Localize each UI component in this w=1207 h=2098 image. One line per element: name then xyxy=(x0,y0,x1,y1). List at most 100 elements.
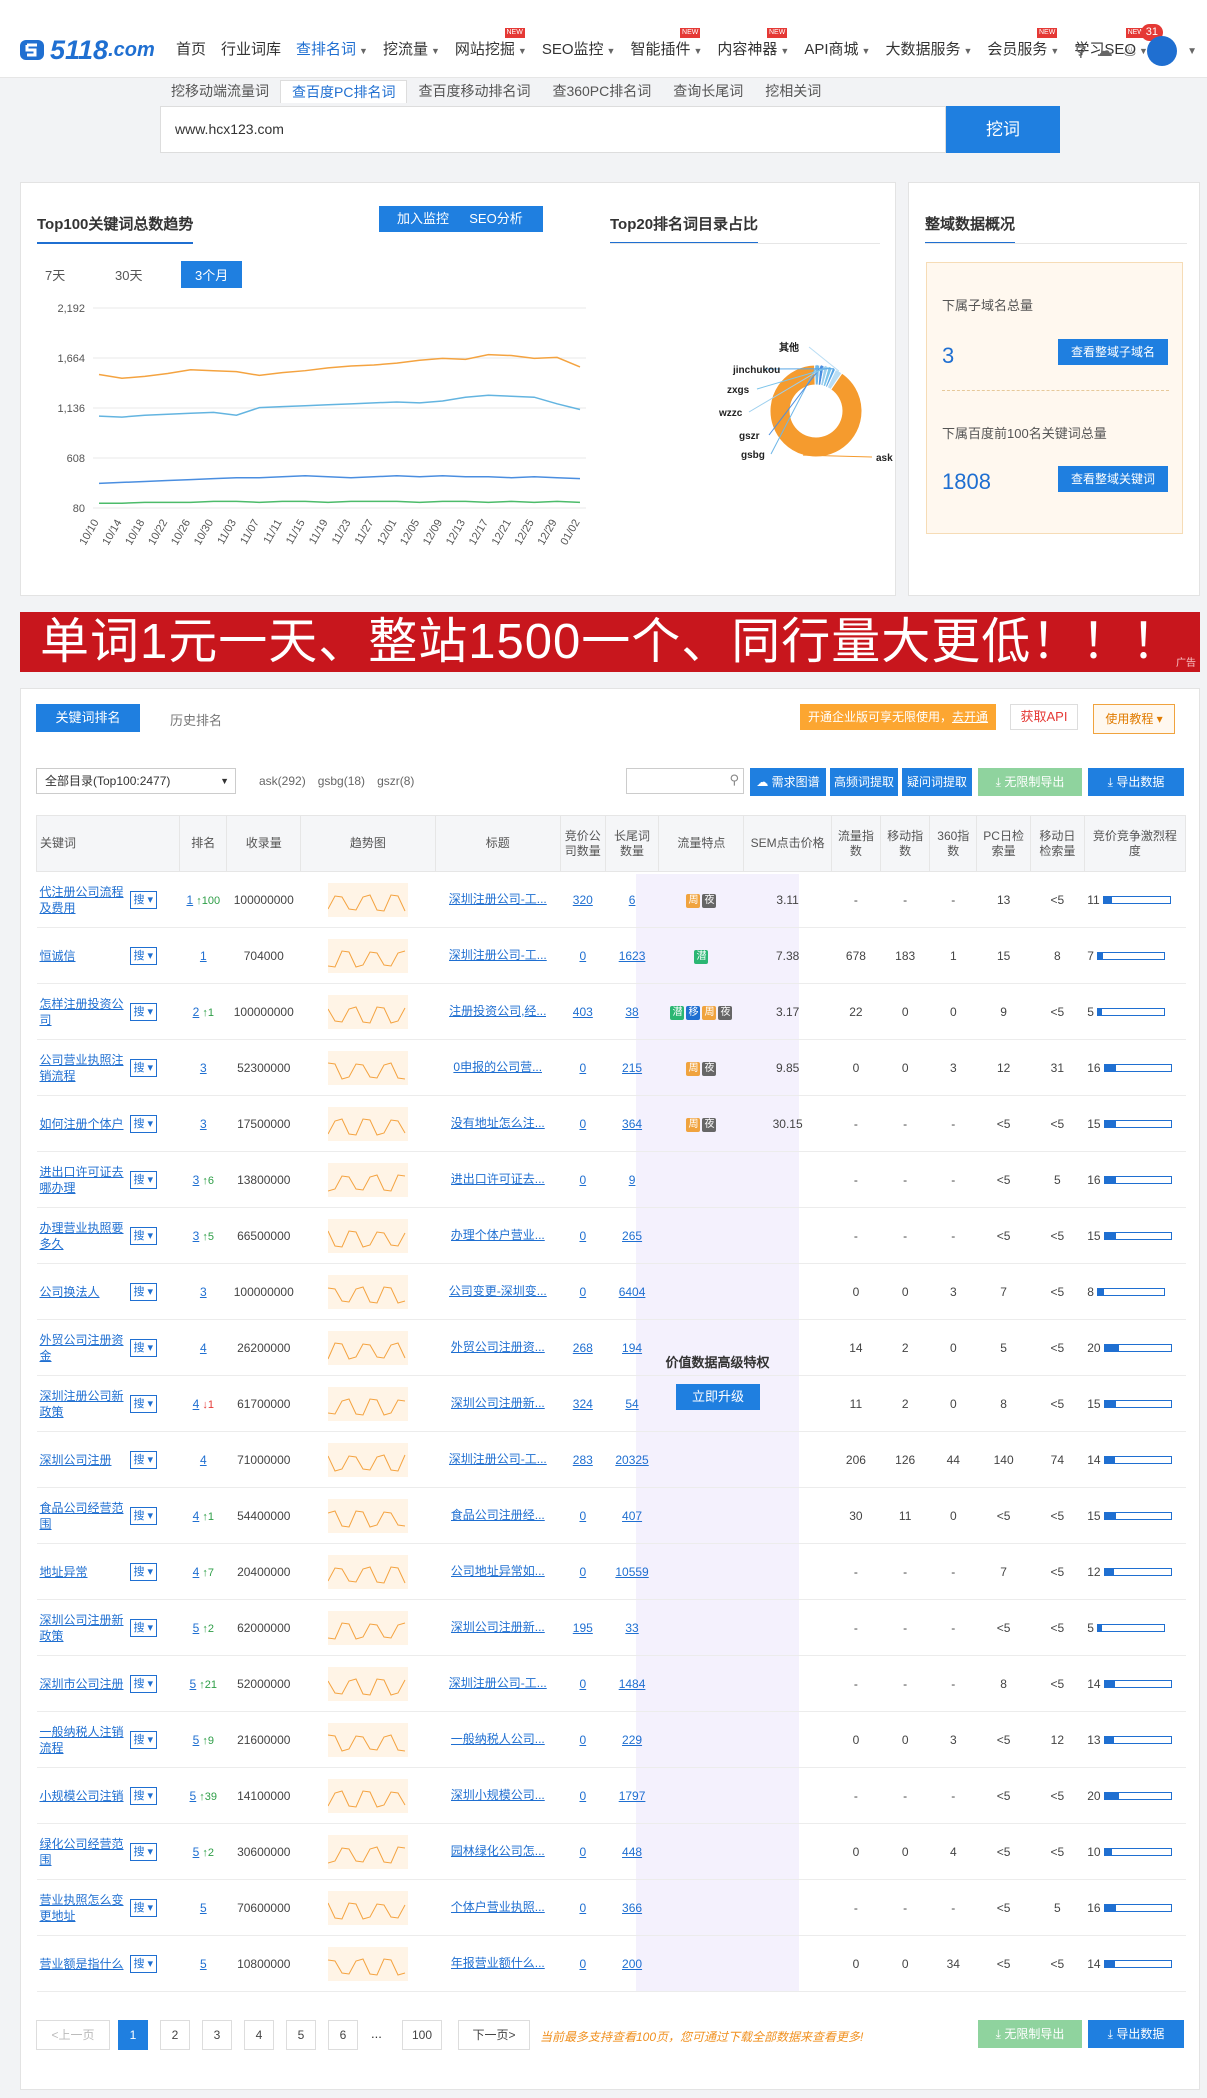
keyword-link[interactable]: 如何注册个体户 xyxy=(40,1116,128,1132)
bid-count[interactable]: 0 xyxy=(579,1509,586,1523)
search-engine-select[interactable]: 搜 ▾ xyxy=(129,1506,158,1525)
keyword-link[interactable]: 进出口许可证去哪办理 xyxy=(40,1164,128,1196)
nav-item-7[interactable]: 内容神器 ▼ NEW xyxy=(717,28,789,59)
title-link[interactable]: 深圳小规模公司... xyxy=(451,1786,545,1803)
title-link[interactable]: 注册投资公司,经... xyxy=(449,1002,546,1019)
page-button-3[interactable]: 3 xyxy=(202,2020,232,2050)
search-engine-select[interactable]: 搜 ▾ xyxy=(129,1786,158,1805)
nav-item-10[interactable]: 会员服务 ▼ NEW xyxy=(987,28,1059,59)
trend-sparkline[interactable] xyxy=(327,1778,408,1813)
longtail-count[interactable]: 1623 xyxy=(619,949,646,963)
tab-keyword-rank[interactable]: 关键词排名 xyxy=(36,704,140,732)
cloud-download-icon[interactable]: ☁ xyxy=(1097,41,1113,61)
promo-link[interactable]: 去开通 xyxy=(952,710,988,724)
longtail-count[interactable]: 54 xyxy=(625,1397,638,1411)
next-page-button[interactable]: 下一页> xyxy=(458,2020,530,2050)
bid-count[interactable]: 0 xyxy=(579,1565,586,1579)
longtail-count[interactable]: 215 xyxy=(622,1061,642,1075)
bid-count[interactable]: 0 xyxy=(579,1677,586,1691)
bid-count[interactable]: 0 xyxy=(579,1173,586,1187)
subtab-1[interactable]: 查百度PC排名词 xyxy=(280,80,408,103)
rank-value[interactable]: 5 xyxy=(200,1957,207,1971)
rank-value[interactable]: 3 xyxy=(200,1285,207,1299)
search-engine-select[interactable]: 搜 ▾ xyxy=(129,1002,158,1021)
rank-value[interactable]: 3 xyxy=(200,1061,207,1075)
page-button-6[interactable]: 6 xyxy=(328,2020,358,2050)
search-icon[interactable]: ⚲ xyxy=(1075,41,1087,61)
nav-item-0[interactable]: 首页 xyxy=(176,38,206,59)
trend-sparkline[interactable] xyxy=(327,1666,408,1701)
view-keywords-button[interactable]: 查看整域关键词 xyxy=(1058,466,1168,492)
rank-value[interactable]: 3 xyxy=(200,1117,207,1131)
longtail-count[interactable]: 20325 xyxy=(615,1453,648,1467)
range-tab-1[interactable]: 30天 xyxy=(101,261,156,288)
longtail-count[interactable]: 194 xyxy=(622,1341,642,1355)
title-link[interactable]: 园林绿化公司怎... xyxy=(451,1842,545,1859)
trend-sparkline[interactable] xyxy=(327,1330,408,1365)
avatar[interactable] xyxy=(1147,36,1178,66)
range-tab-2[interactable]: 3个月 xyxy=(181,261,243,288)
search-engine-select[interactable]: 搜 ▾ xyxy=(129,1338,158,1357)
keyword-link[interactable]: 深圳公司注册 xyxy=(40,1452,128,1468)
page-button-5[interactable]: 5 xyxy=(286,2020,316,2050)
title-link[interactable]: 没有地址怎么注... xyxy=(451,1114,545,1131)
title-link[interactable]: 办理个体户营业... xyxy=(451,1226,545,1243)
title-link[interactable]: 深圳公司注册新... xyxy=(451,1394,545,1411)
keyword-link[interactable]: 怎样注册投资公司 xyxy=(40,996,128,1028)
bid-count[interactable]: 403 xyxy=(573,1005,593,1019)
keyword-link[interactable]: 食品公司经营范围 xyxy=(40,1500,128,1532)
rank-value[interactable]: 1 xyxy=(200,949,207,963)
page-button-4[interactable]: 4 xyxy=(244,2020,274,2050)
longtail-count[interactable]: 6404 xyxy=(619,1285,646,1299)
keyword-link[interactable]: 绿化公司经营范围 xyxy=(40,1836,128,1868)
search-engine-select[interactable]: 搜 ▾ xyxy=(129,1954,158,1973)
bid-count[interactable]: 268 xyxy=(573,1341,593,1355)
get-api-button[interactable]: 获取API xyxy=(1010,704,1078,730)
tool-button-1[interactable]: 高频词提取 xyxy=(830,768,898,796)
page-button-2[interactable]: 2 xyxy=(160,2020,190,2050)
trend-sparkline[interactable] xyxy=(327,1218,408,1253)
trend-sparkline[interactable] xyxy=(327,1610,408,1645)
ad-banner[interactable]: 单词1元一天、整站1500一个、同行量大更低！！！ 广告 xyxy=(20,612,1200,672)
trend-sparkline[interactable] xyxy=(327,1554,408,1589)
subtab-3[interactable]: 查360PC排名词 xyxy=(541,80,662,103)
longtail-count[interactable]: 33 xyxy=(625,1621,638,1635)
longtail-count[interactable]: 1484 xyxy=(619,1677,646,1691)
nav-item-4[interactable]: 网站挖掘 ▼ NEW xyxy=(455,28,527,59)
tab-history-rank[interactable]: 历史排名 xyxy=(170,710,222,729)
bid-count[interactable]: 0 xyxy=(579,1061,586,1075)
search-engine-select[interactable]: 搜 ▾ xyxy=(129,890,158,909)
rank-value[interactable]: 4 xyxy=(200,1341,207,1355)
view-subdomains-button[interactable]: 查看整域子域名 xyxy=(1058,339,1168,365)
title-link[interactable]: 0申报的公司营... xyxy=(453,1058,542,1075)
title-link[interactable]: 个体户营业执照... xyxy=(451,1898,545,1915)
trend-sparkline[interactable] xyxy=(327,1274,408,1309)
title-link[interactable]: 食品公司注册经... xyxy=(451,1506,545,1523)
keyword-link[interactable]: 深圳公司注册新政策 xyxy=(40,1612,128,1644)
nav-item-1[interactable]: 行业词库 xyxy=(221,38,281,59)
longtail-count[interactable]: 200 xyxy=(622,1957,642,1971)
page-button-last[interactable]: 100 xyxy=(402,2020,442,2050)
prev-page-button[interactable]: <上一页 xyxy=(36,2020,110,2050)
title-link[interactable]: 深圳注册公司-工... xyxy=(449,890,547,907)
title-link[interactable]: 进出口许可证去... xyxy=(451,1170,545,1187)
search-engine-select[interactable]: 搜 ▾ xyxy=(129,1226,158,1245)
rank-value[interactable]: 5 xyxy=(200,1901,207,1915)
bid-count[interactable]: 320 xyxy=(573,893,593,907)
search-engine-select[interactable]: 搜 ▾ xyxy=(129,1618,158,1637)
keyword-link[interactable]: 地址异常 xyxy=(40,1564,128,1580)
tool-button-4[interactable]: ⤓ 导出数据 xyxy=(1088,768,1184,796)
tool-button-0[interactable]: ☁ 需求图谱 xyxy=(750,768,826,796)
longtail-count[interactable]: 448 xyxy=(622,1845,642,1859)
promo-banner[interactable]: 开通企业版可享无限使用，去开通 xyxy=(800,704,997,730)
search-engine-select[interactable]: 搜 ▾ xyxy=(129,1394,158,1413)
keyword-link[interactable]: 小规模公司注销 xyxy=(40,1788,128,1804)
trend-sparkline[interactable] xyxy=(327,938,408,973)
keyword-link[interactable]: 营业额是指什么 xyxy=(40,1956,128,1972)
search-engine-select[interactable]: 搜 ▾ xyxy=(129,1730,158,1749)
title-link[interactable]: 深圳注册公司-工... xyxy=(449,1450,547,1467)
keyword-link[interactable]: 公司营业执照注销流程 xyxy=(40,1052,128,1084)
longtail-count[interactable]: 265 xyxy=(622,1229,642,1243)
search-engine-select[interactable]: 搜 ▾ xyxy=(129,1058,158,1077)
trend-sparkline[interactable] xyxy=(327,1498,408,1533)
